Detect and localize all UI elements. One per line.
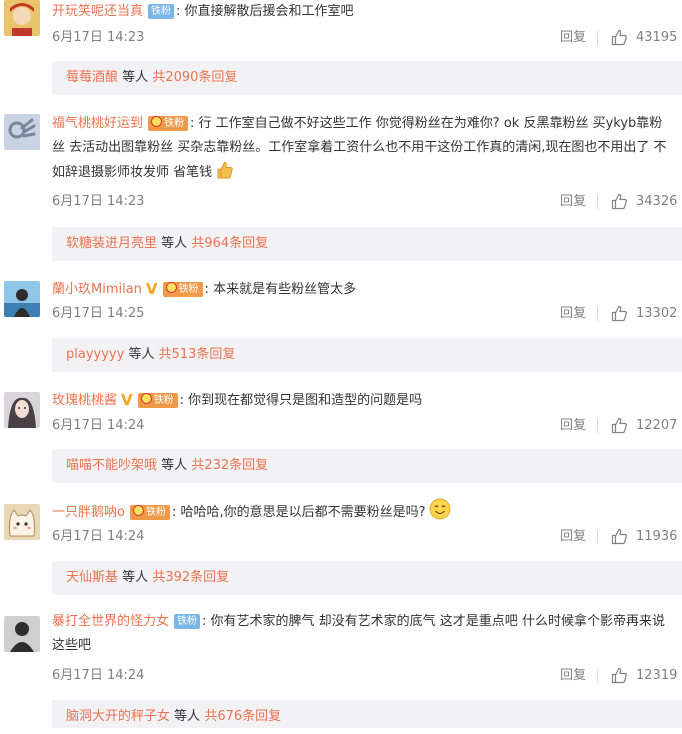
sub-reply-bar[interactable]: 喵喵不能吵架哦 等人 共232条回复 (52, 449, 682, 483)
fan-level-badge: 铁粉 (148, 116, 189, 131)
reply-button[interactable]: 回复 (560, 527, 586, 547)
thumbs-up-icon (611, 305, 627, 322)
sub-reply-bar[interactable]: 软糖装进月亮里 等人 共964条回复 (52, 227, 682, 261)
divider (597, 307, 598, 321)
avatar[interactable] (4, 392, 40, 428)
fan-level-badge: 铁粉 (162, 282, 203, 297)
comment-content: 开玩笑呢还当真 铁粉: 你直接解散后援会和工作室吧 (52, 0, 674, 24)
thumbs-up-icon (611, 528, 627, 545)
comment-content: 一只胖鹅呐o 铁粉: 哈哈哈,你的意思是以后都不需要粉丝是吗? (52, 498, 674, 529)
comment-text: 你直接解散后援会和工作室吧 (184, 4, 354, 19)
fan-level-badge: 铁粉 (137, 393, 178, 408)
sub-reply-bar[interactable]: playyyyy 等人 共513条回复 (52, 338, 682, 372)
sub-reply-mid: 等人 (161, 458, 188, 473)
username-link[interactable]: 开玩笑呢还当真 (52, 4, 143, 19)
sub-reply-mid: 等人 (122, 570, 149, 585)
comment-content: 福气桃桃好运到 铁粉: 行 工作室自己做不好这些工作 你觉得粉丝在为难你? ok … (52, 112, 674, 189)
username-link[interactable]: 一只胖鹅呐o (52, 505, 125, 520)
sub-reply-names[interactable]: 莓莓酒酿 (66, 70, 118, 85)
username-link[interactable]: 蘭小玖Mimilan (52, 282, 142, 297)
comment-text: 你到现在都觉得只是图和造型的问题是吗 (188, 393, 423, 408)
reply-button[interactable]: 回复 (560, 666, 586, 686)
comment-time: 6月17日 14:25 (52, 306, 145, 321)
avatar[interactable] (4, 504, 40, 540)
colon: : (190, 116, 195, 131)
divider (597, 31, 598, 45)
vip-v-icon: V (145, 280, 158, 298)
username-link[interactable]: 玫瑰桃桃酱 (52, 393, 117, 408)
sub-reply-total[interactable]: 共2090条回复 (152, 70, 237, 85)
reply-button[interactable]: 回复 (560, 192, 586, 212)
avatar[interactable] (4, 616, 40, 652)
reply-button[interactable]: 回复 (560, 304, 586, 324)
comment-time: 6月17日 14:24 (52, 529, 145, 544)
thumbs-up-emoji-icon (215, 160, 235, 189)
thumbs-up-icon (611, 417, 627, 434)
avatar[interactable] (4, 114, 40, 150)
comment-time: 6月17日 14:24 (52, 668, 145, 683)
reply-button[interactable]: 回复 (560, 416, 586, 436)
comment-time: 6月17日 14:23 (52, 194, 145, 209)
divider (597, 669, 598, 683)
sub-reply-bar[interactable]: 天仙斯基 等人 共392条回复 (52, 561, 682, 595)
sub-reply-mid: 等人 (174, 709, 201, 724)
like-count: 12207 (636, 418, 678, 433)
comment-content: 玫瑰桃桃酱 V 铁粉: 你到现在都觉得只是图和造型的问题是吗 (52, 388, 674, 413)
sub-reply-total[interactable]: 共964条回复 (191, 236, 268, 251)
like-count: 11936 (636, 529, 678, 544)
sub-reply-names[interactable]: 天仙斯基 (66, 570, 118, 585)
sub-reply-names[interactable]: 喵喵不能吵架哦 (66, 458, 157, 473)
medal-icon (151, 116, 163, 127)
divider (597, 195, 598, 209)
username-link[interactable]: 福气桃桃好运到 (52, 116, 143, 131)
sub-reply-total[interactable]: 共232条回复 (191, 458, 268, 473)
like-count: 12319 (636, 668, 678, 683)
comment-content: 蘭小玖Mimilan V 铁粉: 本来就是有些粉丝管太多 (52, 277, 674, 302)
username-link[interactable]: 暴打全世界的怪力女 (52, 614, 169, 629)
comment-text: 行 工作室自己做不好这些工作 你觉得粉丝在为难你? ok 反黑靠粉丝 买ykyb… (52, 116, 667, 180)
avatar[interactable] (4, 0, 40, 36)
comment-text: 本来就是有些粉丝管太多 (213, 282, 357, 297)
thumbs-up-icon (611, 29, 627, 46)
reply-button[interactable]: 回复 (560, 28, 586, 48)
vip-v-icon: V (121, 391, 133, 409)
iron-fan-badge: 铁粉 (148, 4, 175, 19)
colon: : (204, 282, 209, 297)
like-count: 13302 (636, 306, 678, 321)
like-count: 43195 (636, 30, 678, 45)
sub-reply-names[interactable]: 软糖装进月亮里 (66, 236, 157, 251)
medal-icon (132, 505, 144, 516)
sub-reply-names[interactable]: playyyyy (66, 347, 124, 362)
divider (597, 530, 598, 544)
fan-level-badge: 铁粉 (129, 505, 170, 520)
sub-reply-bar[interactable]: 脑洞大开的秤子女 等人 共676条回复 (52, 700, 682, 728)
colon: : (179, 393, 185, 408)
avatar[interactable] (4, 281, 40, 317)
comment-text: 哈哈哈,你的意思是以后都不需要粉丝是吗? (180, 505, 426, 520)
sub-reply-total[interactable]: 共392条回复 (152, 570, 229, 585)
sub-reply-total[interactable]: 共676条回复 (204, 709, 281, 724)
comment-time: 6月17日 14:23 (52, 30, 145, 45)
comment-time: 6月17日 14:24 (52, 418, 145, 433)
sub-reply-mid: 等人 (122, 70, 149, 85)
comment-content: 暴打全世界的怪力女 铁粉: 你有艺术家的脾气 却没有艺术家的底气 这才是重点吧 什… (52, 610, 674, 658)
thumbs-up-icon (611, 667, 627, 684)
smile-emoji-icon (429, 498, 451, 529)
colon: : (202, 614, 207, 629)
iron-fan-badge: 铁粉 (174, 614, 201, 629)
sub-reply-bar[interactable]: 莓莓酒酿 等人 共2090条回复 (52, 61, 682, 95)
thumbs-up-icon (611, 193, 627, 210)
medal-icon (140, 393, 152, 404)
sub-reply-total[interactable]: 共513条回复 (159, 347, 236, 362)
medal-icon (165, 282, 177, 293)
colon: : (176, 4, 181, 19)
divider (597, 419, 598, 433)
like-count: 34326 (636, 194, 678, 209)
colon: : (171, 505, 177, 520)
sub-reply-mid: 等人 (128, 347, 155, 362)
sub-reply-mid: 等人 (161, 236, 188, 251)
sub-reply-names[interactable]: 脑洞大开的秤子女 (66, 709, 170, 724)
